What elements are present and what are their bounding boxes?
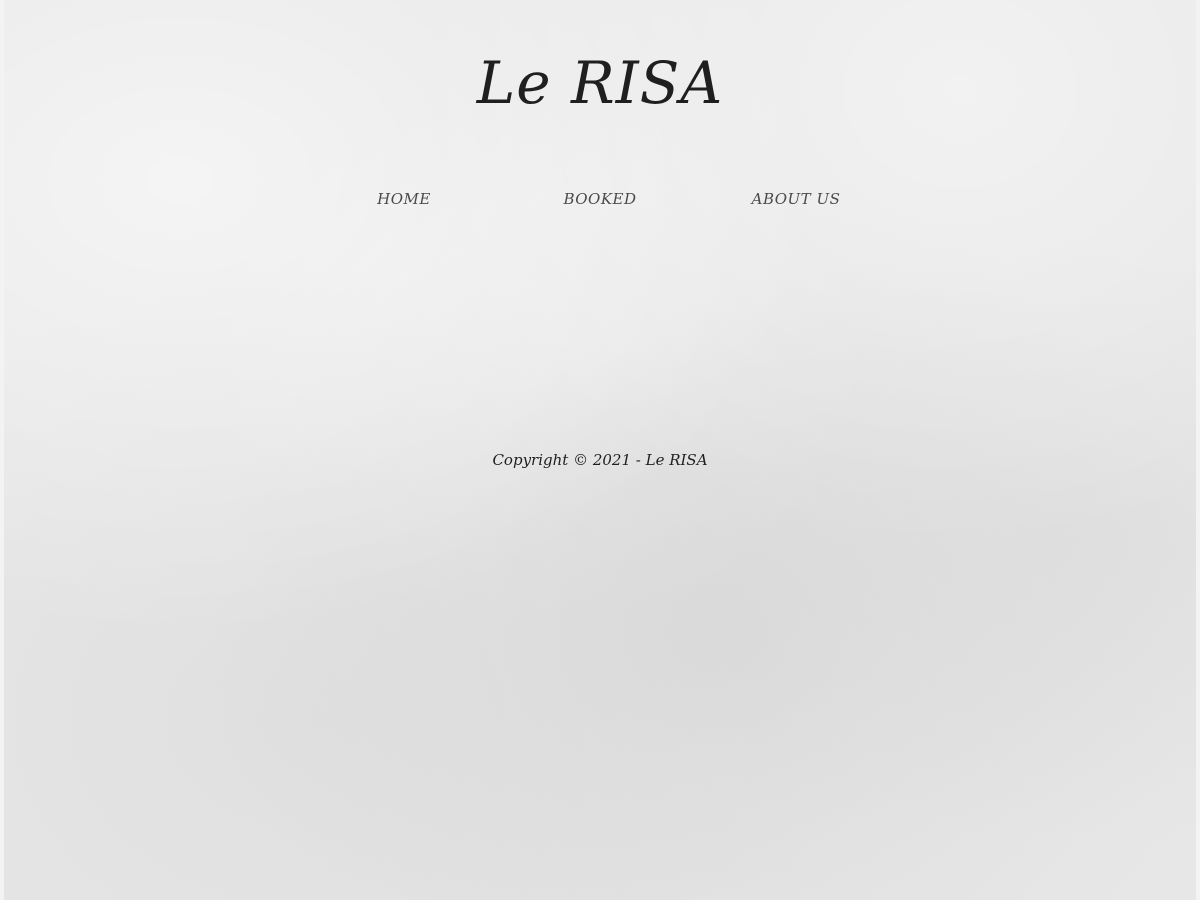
site-title: Le RISA: [476, 49, 724, 117]
nav-link-about-us[interactable]: ABOUT US: [726, 186, 866, 212]
main-nav: HOME BOOKED ABOUT US: [0, 186, 1200, 212]
nav-link-booked[interactable]: BOOKED: [530, 186, 670, 212]
nav-link-home[interactable]: HOME: [334, 186, 474, 212]
footer-copyright: Copyright © 2021 - Le RISA: [492, 451, 708, 469]
